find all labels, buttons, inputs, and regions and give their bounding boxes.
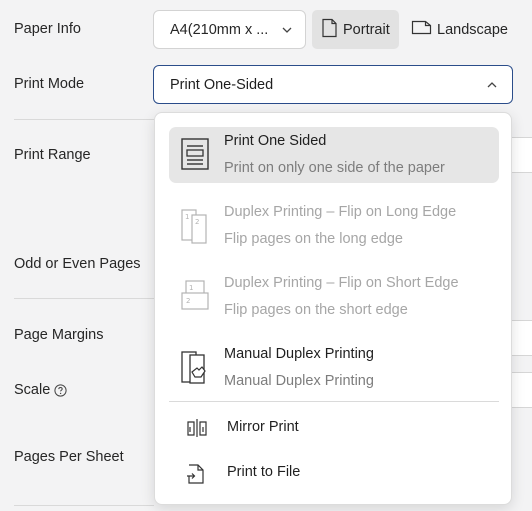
option-desc: Print on only one side of the paper	[224, 160, 445, 176]
odd-even-label: Odd or Even Pages	[14, 256, 141, 272]
landscape-icon	[411, 19, 437, 40]
manual-duplex-icon	[180, 350, 210, 391]
print-mode-select[interactable]: Print One-Sided	[153, 65, 513, 104]
print-mode-label: Print Mode	[14, 76, 85, 92]
option-title: Duplex Printing – Flip on Long Edge	[224, 204, 457, 220]
print-to-file-icon	[186, 463, 206, 490]
scale-label: Scale	[14, 382, 67, 398]
svg-text:2: 2	[186, 297, 190, 305]
duplex-short-edge-icon: 12	[180, 279, 212, 318]
option-title: Duplex Printing – Flip on Short Edge	[224, 275, 459, 291]
page-margins-control-edge[interactable]	[510, 320, 532, 356]
page-margins-label: Page Margins	[14, 327, 104, 343]
option-print-one-sided[interactable]: Print One Sided Print on only one side o…	[169, 127, 499, 183]
pages-per-sheet-label: Pages Per Sheet	[14, 449, 124, 465]
help-icon[interactable]	[54, 383, 67, 397]
option-duplex-long-edge: 12 Duplex Printing – Flip on Long Edge F…	[169, 198, 499, 254]
print-mode-dropdown: Print One Sided Print on only one side o…	[154, 112, 512, 505]
portrait-button[interactable]: Portrait	[312, 10, 399, 49]
option-manual-duplex[interactable]: Manual Duplex Printing Manual Duplex Pri…	[169, 340, 499, 396]
portrait-icon	[321, 18, 343, 42]
duplex-long-edge-icon: 12	[180, 208, 210, 249]
chevron-down-icon	[281, 24, 293, 40]
paper-info-label: Paper Info	[14, 21, 81, 37]
landscape-label: Landscape	[437, 21, 508, 38]
chevron-up-icon	[486, 79, 498, 95]
svg-text:1: 1	[189, 284, 193, 292]
menu-separator	[169, 401, 499, 402]
portrait-label: Portrait	[343, 21, 390, 38]
svg-text:1: 1	[185, 213, 189, 221]
landscape-button[interactable]: Landscape	[402, 10, 517, 49]
print-range-label: Print Range	[14, 147, 91, 163]
scale-label-text: Scale	[14, 382, 51, 398]
option-print-to-file[interactable]: Print to File	[169, 455, 499, 493]
one-sided-page-icon	[180, 137, 210, 176]
option-title: Print to File	[227, 464, 301, 480]
divider	[14, 505, 154, 506]
option-duplex-short-edge: 12 Duplex Printing – Flip on Short Edge …	[169, 269, 499, 325]
paper-size-value: A4(210mm x ...	[170, 21, 269, 38]
print-range-control-edge[interactable]	[510, 137, 532, 173]
scale-control-edge[interactable]	[510, 372, 532, 408]
paper-size-select[interactable]: A4(210mm x ...	[153, 10, 306, 49]
option-title: Print One Sided	[224, 133, 327, 149]
option-desc: Flip pages on the short edge	[224, 302, 408, 318]
option-desc: Flip pages on the long edge	[224, 231, 403, 247]
option-title: Manual Duplex Printing	[224, 346, 374, 362]
option-desc: Manual Duplex Printing	[224, 373, 374, 389]
print-mode-value: Print One-Sided	[170, 76, 274, 93]
divider	[14, 119, 154, 120]
option-title: Mirror Print	[227, 419, 299, 435]
option-mirror-print[interactable]: Mirror Print	[169, 410, 499, 448]
svg-text:2: 2	[195, 218, 199, 226]
mirror-print-icon	[186, 418, 208, 443]
divider	[14, 298, 154, 299]
